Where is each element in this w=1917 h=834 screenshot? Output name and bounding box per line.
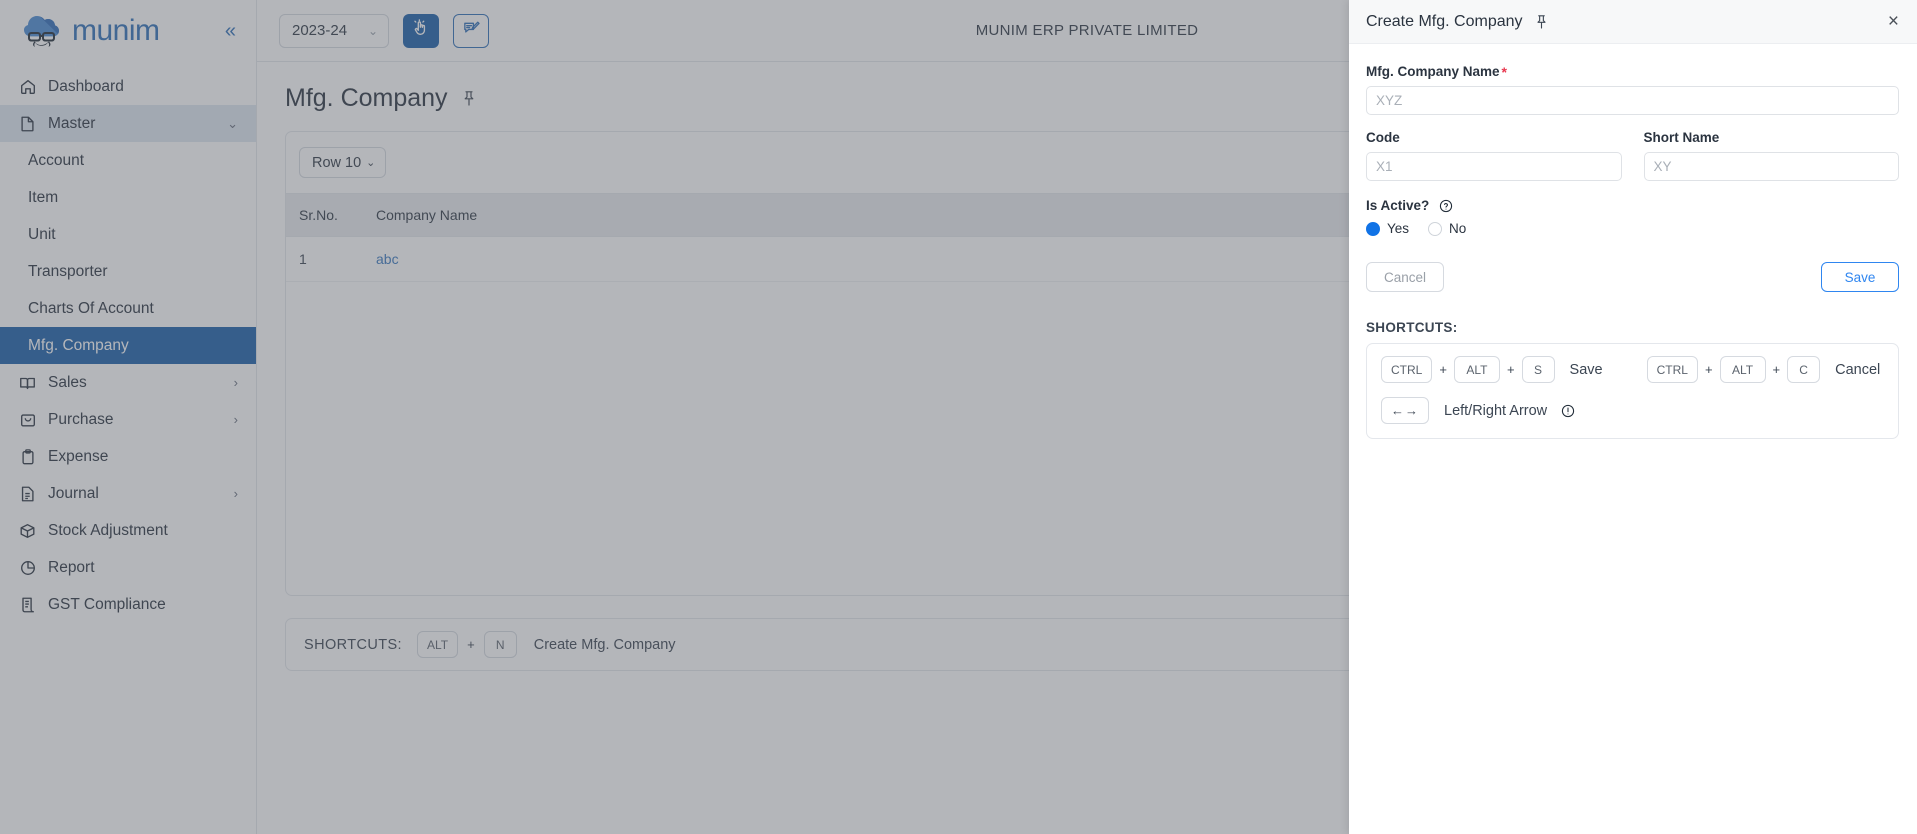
radio-is-active-no[interactable]: No xyxy=(1428,221,1466,236)
field-row-code-shortname: Code Short Name xyxy=(1366,130,1899,181)
plus-sign: + xyxy=(1704,362,1713,377)
plus-sign: + xyxy=(1772,362,1781,377)
exclamation-circle-icon[interactable] xyxy=(1561,404,1575,418)
key-c: C xyxy=(1787,356,1821,383)
plus-sign: + xyxy=(1439,362,1447,377)
cancel-button[interactable]: Cancel xyxy=(1366,262,1444,292)
field-short-name: Short Name xyxy=(1643,130,1899,181)
field-label-short-name: Short Name xyxy=(1643,130,1720,145)
drawer-header: Create Mfg. Company × xyxy=(1349,0,1917,44)
field-label-code: Code xyxy=(1366,130,1400,145)
is-active-header: Is Active? xyxy=(1366,198,1899,213)
save-button[interactable]: Save xyxy=(1821,262,1899,292)
radio-label: Yes xyxy=(1387,221,1410,236)
field-code: Code xyxy=(1366,130,1622,181)
radio-dot xyxy=(1428,221,1443,236)
drawer-shortcut-line-2: ←→ Left/Right Arrow xyxy=(1381,397,1884,424)
required-marker: * xyxy=(1501,63,1507,80)
label-text: Mfg. Company Name xyxy=(1366,64,1500,79)
key-ctrl: CTRL xyxy=(1646,356,1698,383)
code-input[interactable] xyxy=(1366,152,1622,181)
pin-icon[interactable] xyxy=(1535,14,1548,30)
close-icon[interactable]: × xyxy=(1888,12,1899,31)
question-circle-icon[interactable] xyxy=(1439,199,1453,213)
short-name-input[interactable] xyxy=(1643,152,1899,181)
radio-is-active-yes[interactable]: Yes xyxy=(1366,221,1409,236)
field-company-name: Mfg. Company Name * xyxy=(1366,64,1899,115)
is-active-label: Is Active? xyxy=(1366,198,1430,213)
is-active-radio-group: Yes No xyxy=(1366,221,1899,236)
shortcut-action-cancel: Cancel xyxy=(1835,361,1881,378)
mfg-company-name-input[interactable] xyxy=(1366,86,1899,115)
drawer-title: Create Mfg. Company xyxy=(1366,12,1523,30)
field-label-company-name: Mfg. Company Name * xyxy=(1366,64,1899,79)
field-is-active: Is Active? Yes No xyxy=(1366,198,1899,236)
key-ctrl: CTRL xyxy=(1381,356,1433,383)
app-root: munim « Dashboard Master ⌄ Account Item … xyxy=(0,0,1917,834)
modal-scrim[interactable] xyxy=(0,0,1349,834)
radio-dot-selected xyxy=(1366,221,1380,236)
radio-label: No xyxy=(1449,221,1467,236)
plus-sign: + xyxy=(1506,362,1515,377)
key-alt: ALT xyxy=(1453,356,1500,383)
drawer-shortcuts-title: SHORTCUTS: xyxy=(1366,320,1458,335)
key-alt: ALT xyxy=(1719,356,1766,383)
shortcut-action-arrow: Left/Right Arrow xyxy=(1444,402,1548,419)
shortcut-action-save: Save xyxy=(1569,361,1603,378)
drawer-shortcut-line-1: CTRL + ALT + S Save CTRL + ALT + C Cance… xyxy=(1381,356,1884,383)
key-left-right-arrow: ←→ xyxy=(1381,397,1429,424)
create-mfg-company-drawer: Create Mfg. Company × Mfg. Company Name … xyxy=(1349,0,1917,834)
drawer-shortcuts-box: CTRL + ALT + S Save CTRL + ALT + C Cance… xyxy=(1366,343,1899,439)
drawer-body: Mfg. Company Name * Code Short Name Is A… xyxy=(1349,44,1917,439)
key-s: S xyxy=(1521,356,1555,383)
drawer-action-buttons: Cancel Save xyxy=(1366,262,1899,292)
